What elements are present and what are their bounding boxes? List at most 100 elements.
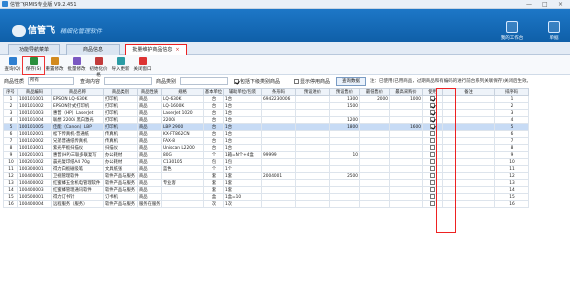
- table-cell[interactable]: 台: [203, 116, 224, 124]
- table-cell[interactable]: [389, 144, 423, 152]
- table-cell[interactable]: [161, 200, 204, 208]
- table-cell[interactable]: 得力白板磁吸笔: [51, 165, 104, 173]
- table-cell[interactable]: [261, 158, 296, 166]
- table-cell[interactable]: 商品: [137, 193, 162, 201]
- column-header[interactable]: 最低售价: [359, 88, 390, 96]
- table-cell[interactable]: 1套: [223, 186, 262, 194]
- table-cell[interactable]: [295, 172, 330, 180]
- table-cell[interactable]: 100101005: [17, 123, 52, 131]
- table-cell[interactable]: 4: [3, 116, 18, 124]
- checkbox-icon[interactable]: [430, 173, 435, 178]
- table-cell[interactable]: [295, 123, 330, 131]
- tab-nav-menu[interactable]: 功能导航菜单: [8, 44, 60, 55]
- table-cell[interactable]: 1箱=N个+4盒: [223, 151, 262, 159]
- table-cell[interactable]: EPSON LQ-630K: [51, 95, 104, 103]
- table-cell[interactable]: 扫描仪: [103, 144, 138, 152]
- table-cell[interactable]: [261, 193, 296, 201]
- table-cell[interactable]: 1000: [389, 95, 423, 103]
- table-cell[interactable]: FAX-8: [161, 137, 204, 145]
- table-cell[interactable]: 传真机: [103, 137, 138, 145]
- table-cell[interactable]: 2004001: [261, 172, 296, 180]
- table-cell[interactable]: 台: [203, 109, 224, 117]
- table-cell[interactable]: [389, 151, 423, 159]
- table-cell[interactable]: 11: [494, 165, 529, 173]
- table-cell[interactable]: 99999: [261, 151, 296, 159]
- table-cell[interactable]: 商品: [137, 165, 162, 173]
- table-cell[interactable]: 1: [3, 95, 18, 103]
- table-cell[interactable]: 商品: [137, 172, 162, 180]
- table-cell[interactable]: 打印机: [103, 123, 138, 131]
- table-cell[interactable]: [389, 137, 423, 145]
- table-cell[interactable]: [295, 116, 330, 124]
- table-cell[interactable]: 13: [494, 179, 529, 187]
- table-cell[interactable]: [295, 130, 330, 138]
- table-cell[interactable]: 4: [494, 116, 529, 124]
- table-cell[interactable]: 2500: [329, 172, 360, 180]
- table-cell[interactable]: 8: [494, 144, 529, 152]
- table-cell[interactable]: 打印机: [103, 116, 138, 124]
- table-cell[interactable]: [261, 179, 296, 187]
- table-cell[interactable]: [389, 130, 423, 138]
- table-cell[interactable]: 软件产品与服务: [103, 172, 138, 180]
- table-cell[interactable]: 个: [203, 165, 224, 173]
- tab-batch-maintain[interactable]: 批量维护商品信息 ×: [125, 44, 187, 55]
- table-cell[interactable]: [329, 137, 360, 145]
- table-cell[interactable]: 7: [3, 137, 18, 145]
- table-cell[interactable]: [329, 144, 360, 152]
- table-cell[interactable]: 商品: [137, 151, 162, 159]
- table-cell[interactable]: 惠普(HP)三联多联复写: [51, 151, 104, 159]
- table-cell[interactable]: [389, 186, 423, 194]
- table-cell[interactable]: 商品: [137, 102, 162, 110]
- column-header[interactable]: 基本单位: [203, 88, 224, 96]
- table-cell[interactable]: 套: [203, 186, 224, 194]
- tab-close-icon[interactable]: ×: [175, 47, 179, 53]
- table-cell[interactable]: 台: [203, 102, 224, 110]
- table-cell[interactable]: 远程服务（服务）: [51, 200, 104, 208]
- table-cell[interactable]: 商品: [137, 109, 162, 117]
- table-cell[interactable]: [389, 116, 423, 124]
- table-cell[interactable]: 1600: [389, 123, 423, 131]
- table-cell[interactable]: 1台: [223, 102, 262, 110]
- table-cell[interactable]: [261, 200, 296, 208]
- table-cell[interactable]: 蓝色: [161, 165, 204, 173]
- table-cell[interactable]: 100101004: [17, 116, 52, 124]
- close-button[interactable]: ×: [558, 1, 563, 8]
- table-cell[interactable]: 12: [494, 172, 529, 180]
- table-cell[interactable]: 商品: [137, 137, 162, 145]
- table-cell[interactable]: [389, 193, 423, 201]
- table-cell[interactable]: 惠普（HP）LaserJet: [51, 109, 104, 117]
- table-cell[interactable]: [161, 172, 204, 180]
- table-cell[interactable]: [359, 158, 390, 166]
- table-cell[interactable]: 7: [494, 137, 529, 145]
- table-cell[interactable]: 商品: [137, 186, 162, 194]
- table-cell[interactable]: [359, 102, 390, 110]
- table-cell[interactable]: [295, 165, 330, 173]
- table-cell[interactable]: 台: [203, 130, 224, 138]
- table-cell[interactable]: 1包: [223, 158, 262, 166]
- minimize-button[interactable]: —: [526, 1, 532, 8]
- table-cell[interactable]: 商品: [137, 179, 162, 187]
- table-cell[interactable]: [295, 109, 330, 117]
- checkbox-icon[interactable]: [430, 138, 435, 143]
- checkbox-icon[interactable]: [430, 152, 435, 157]
- table-cell[interactable]: 10: [329, 151, 360, 159]
- show-disabled-check[interactable]: 显示停用商品: [294, 78, 330, 85]
- table-cell[interactable]: 15: [494, 193, 529, 201]
- table-cell[interactable]: 14: [3, 186, 18, 194]
- checkbox-icon[interactable]: [430, 131, 435, 136]
- init-price-button[interactable]: 初始化价格: [88, 57, 109, 78]
- column-header[interactable]: 商品性质: [137, 88, 162, 96]
- table-cell[interactable]: 佳能（Canon）LBP: [51, 123, 104, 131]
- checkbox-icon[interactable]: [430, 166, 435, 171]
- table-cell[interactable]: LQ-630K: [161, 95, 204, 103]
- table-cell[interactable]: 台: [203, 144, 224, 152]
- table-cell[interactable]: 100400003: [17, 186, 52, 194]
- table-cell[interactable]: 1次: [223, 200, 262, 208]
- table-cell[interactable]: [389, 109, 423, 117]
- table-cell[interactable]: 6942230006: [261, 95, 296, 103]
- column-header[interactable]: 条形码: [261, 88, 296, 96]
- table-cell[interactable]: 套: [203, 172, 224, 180]
- table-cell[interactable]: 100101001: [17, 95, 52, 103]
- table-cell[interactable]: 1个: [223, 165, 262, 173]
- table-cell[interactable]: 11: [3, 165, 18, 173]
